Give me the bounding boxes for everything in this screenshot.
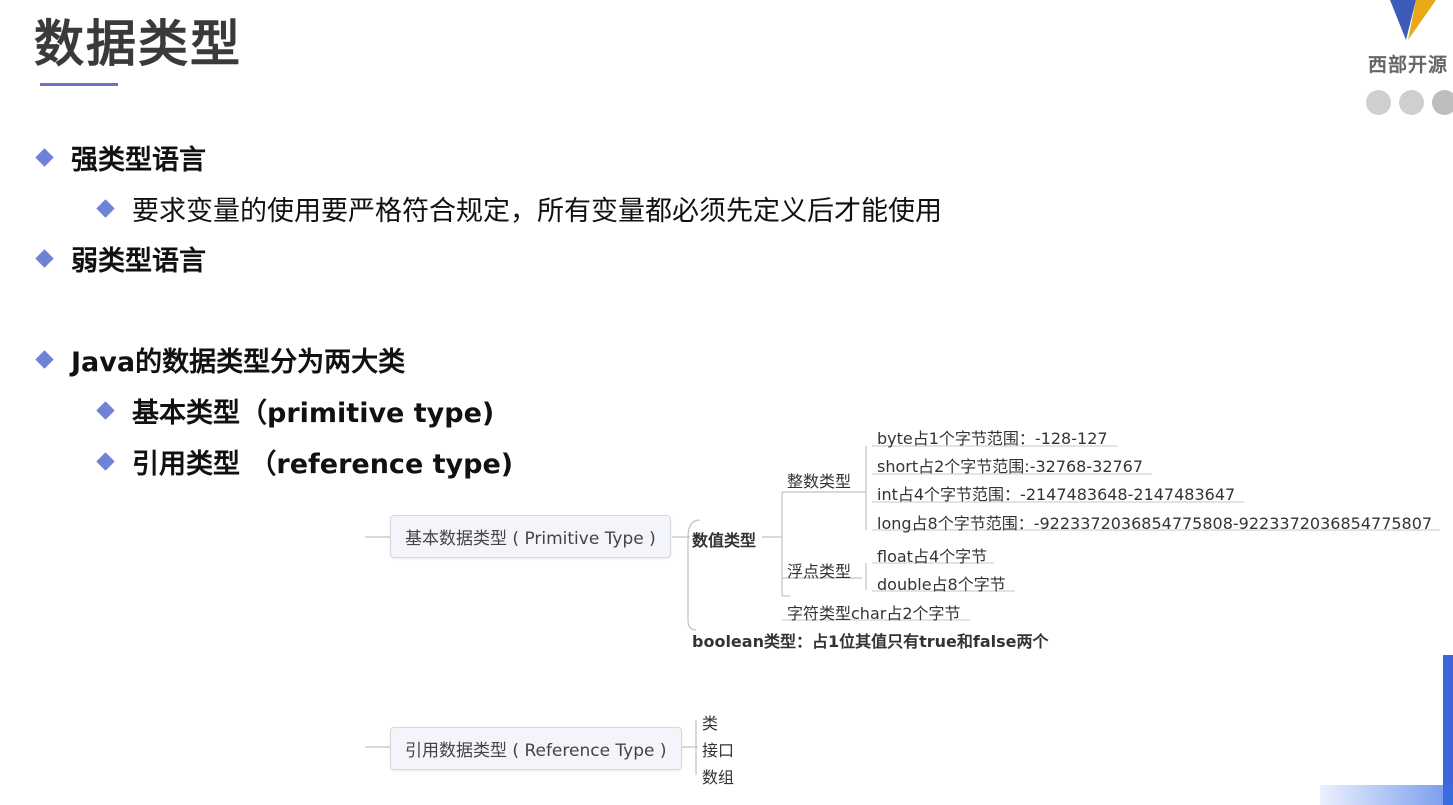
mindmap-floating: 浮点类型 [787,562,852,581]
mindmap-short: short占2个字节范围:-32768-32767 [877,457,1144,476]
mindmap-connectors [365,445,1440,775]
mindmap-class: 类 [702,714,719,733]
mindmap-integer: 整数类型 [787,472,852,491]
corner-watermark [1320,785,1453,805]
mindmap-float: float占4个字节 [877,547,988,566]
mindmap-char: 字符类型char占2个字节 [787,604,961,623]
mindmap-interface: 接口 [702,741,735,760]
mindmap-long: long占8个字节范围：-9223372036854775808-9223372… [877,514,1433,533]
mindmap-int: int占4个字节范围：-2147483648-2147483647 [877,485,1236,504]
mindmap-array: 数组 [702,768,735,787]
mindmap-byte: byte占1个字节范围：-128-127 [877,429,1108,448]
corner-decoration [1443,655,1453,805]
mindmap-double: double占8个字节 [877,575,1006,594]
mindmap-reference-root: 引用数据类型 ( Reference Type ) [390,727,682,770]
mindmap-boolean: boolean类型：占1位其值只有true和false两个 [692,632,1049,651]
mindmap-numeric: 数值类型 [692,531,757,550]
mindmap-primitive-root: 基本数据类型 ( Primitive Type ) [390,515,671,558]
